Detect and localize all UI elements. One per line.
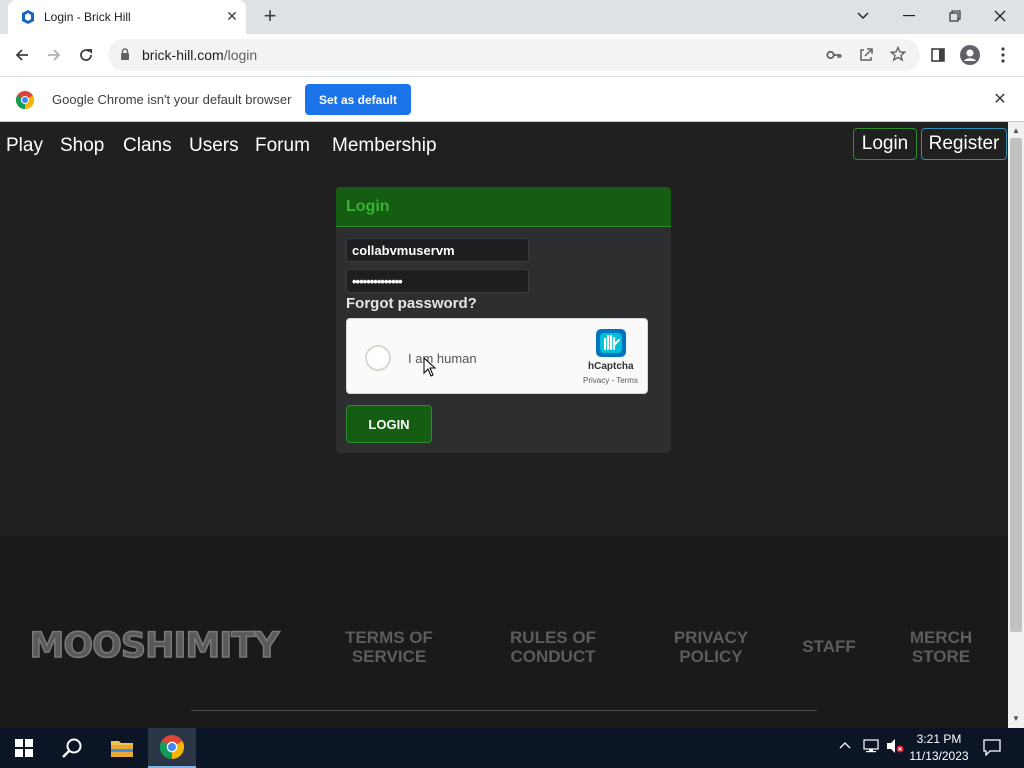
footer-merch-line2: STORE: [911, 647, 971, 666]
page-scrollbar[interactable]: ▲ ▼: [1008, 122, 1024, 728]
set-as-default-button[interactable]: Set as default: [305, 84, 411, 115]
captcha-checkbox[interactable]: [365, 345, 391, 371]
nav-forum[interactable]: Forum: [255, 135, 310, 157]
browser-tab[interactable]: Login - Brick Hill ✕: [8, 0, 246, 34]
network-icon[interactable]: [862, 738, 880, 757]
infobar-message: Google Chrome isn't your default browser: [52, 92, 292, 107]
windows-start-icon[interactable]: [0, 728, 48, 768]
login-card-title: Login: [346, 198, 390, 215]
taskbar-search-icon[interactable]: [48, 728, 96, 768]
taskbar-chrome-icon[interactable]: [148, 728, 196, 768]
tab-strip: Login - Brick Hill ✕ +: [0, 0, 1024, 34]
footer-privacy-line1: PRIVACY: [673, 628, 749, 647]
forward-icon[interactable]: [39, 40, 69, 70]
tab-search-icon[interactable]: [843, 2, 883, 30]
username-field[interactable]: collabvmuservm: [346, 238, 529, 262]
footer-terms-link[interactable]: TERMS OF SERVICE: [340, 628, 438, 666]
url-host: brick-hill.com: [142, 47, 224, 63]
brick-hill-favicon-icon: [22, 10, 34, 24]
menu-kebab-icon[interactable]: [988, 40, 1018, 70]
clock-time: 3:21 PM: [916, 732, 962, 746]
tray-chevron-up-icon[interactable]: [839, 738, 851, 752]
profile-avatar-icon[interactable]: [955, 40, 985, 70]
minimize-icon[interactable]: [889, 2, 929, 30]
password-field[interactable]: ••••••••••••••: [346, 269, 529, 293]
close-window-icon[interactable]: [980, 2, 1020, 30]
nav-membership[interactable]: Membership: [332, 135, 437, 157]
footer-merch-line1: MERCH: [909, 628, 973, 647]
nav-login-button[interactable]: Login: [853, 128, 917, 160]
browser-toolbar: brick-hill.com/login: [0, 34, 1024, 76]
footer-merch-link[interactable]: MERCH STORE: [904, 628, 978, 666]
login-card: Login collabvmuservm •••••••••••••• Forg…: [336, 187, 671, 453]
hcaptcha-widget: I am human hCaptcha Privacy - Terms: [346, 318, 648, 394]
footer-staff-link[interactable]: STAFF: [798, 637, 860, 656]
nav-users[interactable]: Users: [189, 135, 239, 157]
scroll-thumb[interactable]: [1010, 138, 1022, 632]
nav-shop[interactable]: Shop: [60, 135, 104, 157]
volume-muted-icon[interactable]: [886, 738, 904, 757]
mooshimity-logo[interactable]: MOOSHIMITY: [18, 618, 290, 668]
default-browser-infobar: Google Chrome isn't your default browser…: [0, 76, 1024, 122]
side-panel-icon[interactable]: [923, 40, 953, 70]
lock-icon: [121, 48, 129, 60]
clock-date: 11/13/2023: [909, 749, 969, 763]
footer-terms-line1: TERMS OF: [345, 628, 433, 647]
back-icon[interactable]: [7, 40, 37, 70]
nav-clans[interactable]: Clans: [123, 135, 172, 157]
url-path: /login: [223, 47, 258, 63]
taskbar-clock[interactable]: 3:21 PM 11/13/2023: [904, 731, 974, 765]
footer-rules-line2: CONDUCT: [510, 647, 596, 666]
page-content: Play Shop Clans Users Forum Membership L…: [0, 122, 1008, 728]
footer-rules-line1: RULES OF: [510, 628, 596, 647]
nav-play[interactable]: Play: [6, 135, 43, 157]
svg-text:MOOSHIMITY: MOOSHIMITY: [30, 626, 281, 666]
file-explorer-icon[interactable]: [98, 728, 146, 768]
new-tab-icon[interactable]: +: [258, 5, 282, 29]
footer-rules-link[interactable]: RULES OF CONDUCT: [504, 628, 602, 666]
captcha-privacy-terms[interactable]: Privacy - Terms: [583, 376, 638, 385]
key-icon[interactable]: [826, 48, 842, 62]
tab-title: Login - Brick Hill: [44, 10, 131, 24]
nav-register-button[interactable]: Register: [921, 128, 1007, 160]
notifications-icon[interactable]: [983, 739, 1001, 759]
footer-terms-line2: SERVICE: [351, 647, 427, 666]
site-footer: MOOSHIMITY TERMS OF SERVICE RULES OF CONDU…: [0, 536, 1008, 728]
reload-icon[interactable]: [71, 40, 101, 70]
hcaptcha-logo-icon: [596, 329, 626, 357]
footer-privacy-link[interactable]: PRIVACY POLICY: [668, 628, 754, 666]
bookmark-star-icon[interactable]: [890, 46, 906, 62]
login-submit-button[interactable]: LOGIN: [346, 405, 432, 443]
login-card-header: Login: [336, 187, 671, 227]
captcha-label: I am human: [408, 351, 477, 366]
tab-close-icon[interactable]: ✕: [224, 8, 240, 24]
site-navbar: Play Shop Clans Users Forum Membership L…: [0, 122, 1008, 170]
windows-taskbar: 3:21 PM 11/13/2023: [0, 728, 1024, 768]
url-text: brick-hill.com/login: [142, 47, 257, 63]
captcha-brand: hCaptcha: [588, 361, 634, 372]
scroll-down-arrow-icon[interactable]: ▼: [1012, 714, 1020, 723]
scroll-up-arrow-icon[interactable]: ▲: [1012, 126, 1020, 135]
footer-divider: [191, 710, 817, 711]
restore-icon[interactable]: [935, 2, 975, 30]
chrome-logo-icon: [16, 91, 34, 109]
address-bar[interactable]: brick-hill.com/login: [108, 39, 920, 71]
infobar-close-icon[interactable]: ✕: [990, 90, 1010, 110]
share-icon[interactable]: [858, 47, 874, 63]
footer-privacy-line2: POLICY: [679, 647, 743, 666]
mouse-cursor-icon: [423, 357, 437, 377]
forgot-password-link[interactable]: Forgot password?: [346, 295, 477, 312]
